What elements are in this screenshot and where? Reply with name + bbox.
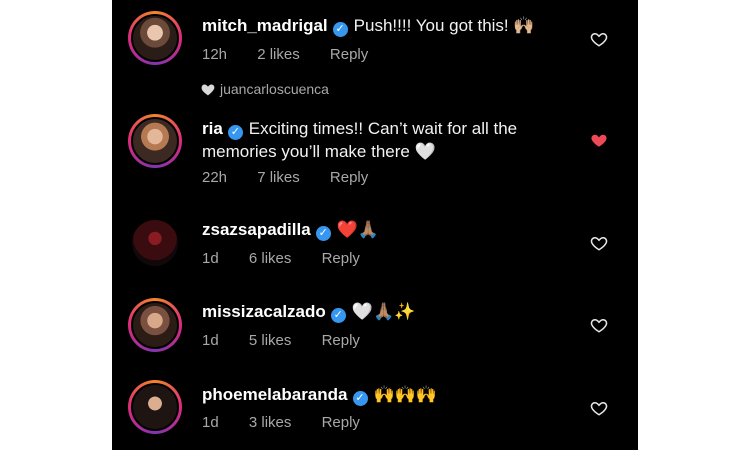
- comment-meta: 1d 5 likes Reply: [202, 332, 386, 349]
- verified-badge-icon: ✓: [227, 125, 243, 140]
- comment-text-line2: memories you’ll make there 🤍: [202, 142, 436, 161]
- comment-username[interactable]: phoemelabaranda: [202, 385, 348, 404]
- heart-outline-icon[interactable]: [590, 316, 608, 334]
- heart-filled-icon: [201, 84, 215, 96]
- avatar[interactable]: [128, 11, 182, 65]
- comment-time: 1d: [202, 250, 219, 267]
- verified-badge-icon: ✓: [332, 22, 348, 37]
- comment-likes[interactable]: 2 likes: [257, 46, 300, 63]
- comment-time: 22h: [202, 169, 228, 186]
- comment-time: 12h: [202, 46, 228, 63]
- comment-meta: 12h 2 likes Reply: [202, 46, 394, 63]
- comment-meta: 1d 3 likes Reply: [202, 414, 386, 431]
- comment-text: ❤️🙏🏽: [336, 220, 380, 240]
- heart-outline-icon[interactable]: [590, 234, 608, 252]
- comment-time: 1d: [202, 332, 219, 349]
- liked-by-label[interactable]: juancarloscuenca: [200, 81, 329, 97]
- comment-username[interactable]: mitch_madrigal: [202, 16, 328, 35]
- verified-badge-icon: ✓: [352, 391, 368, 406]
- comment-text-line1: Exciting times!! Can’t wait for all the: [248, 119, 518, 138]
- heart-filled-icon[interactable]: [590, 131, 608, 149]
- comment-meta: 1d 6 likes Reply: [202, 250, 386, 267]
- comment-time: 1d: [202, 414, 219, 431]
- comment-likes[interactable]: 3 likes: [249, 414, 292, 431]
- comment-text: 🙌🙌🙌: [373, 385, 438, 405]
- comment-username[interactable]: zsazsapadilla: [202, 220, 311, 239]
- comment-likes[interactable]: 5 likes: [249, 332, 292, 349]
- reply-button[interactable]: Reply: [322, 250, 360, 267]
- avatar[interactable]: [128, 114, 182, 168]
- heart-outline-icon[interactable]: [590, 30, 608, 48]
- comment-likes[interactable]: 6 likes: [249, 250, 292, 267]
- comments-panel: mitch_madrigal ✓ Push!!!! You got this! 🙌🏼…: [112, 0, 638, 450]
- reply-button[interactable]: Reply: [330, 46, 368, 63]
- reply-button[interactable]: Reply: [322, 332, 360, 349]
- avatar[interactable]: [128, 380, 182, 434]
- avatar[interactable]: [128, 216, 182, 270]
- comment-likes[interactable]: 7 likes: [257, 169, 300, 186]
- comment-text: 🤍🙏🏽✨: [351, 302, 416, 322]
- comment-username[interactable]: ria: [202, 119, 223, 138]
- comment-text: Push!!!! You got this! 🙌🏼: [353, 16, 535, 35]
- reply-button[interactable]: Reply: [322, 414, 360, 431]
- avatar[interactable]: [128, 298, 182, 352]
- verified-badge-icon: ✓: [330, 308, 346, 323]
- comment-username[interactable]: missizacalzado: [202, 302, 326, 321]
- verified-badge-icon: ✓: [315, 226, 331, 241]
- liked-by-username: juancarloscuenca: [220, 81, 329, 97]
- comment-meta: 22h 7 likes Reply: [202, 169, 394, 186]
- heart-outline-icon[interactable]: [590, 399, 608, 417]
- reply-button[interactable]: Reply: [330, 169, 368, 186]
